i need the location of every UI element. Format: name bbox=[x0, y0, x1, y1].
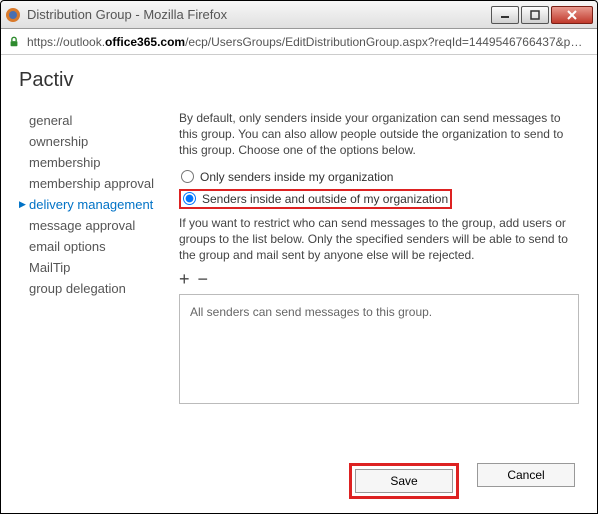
window-title: Distribution Group - Mozilla Firefox bbox=[27, 7, 491, 22]
sidebar-item-general[interactable]: ▶general bbox=[19, 110, 179, 131]
sidebar-item-label: group delegation bbox=[29, 281, 126, 296]
close-button[interactable] bbox=[551, 6, 593, 24]
window: Distribution Group - Mozilla Firefox htt… bbox=[0, 0, 598, 514]
sidebar-item-label: membership bbox=[29, 155, 101, 170]
radio-only-inside-input[interactable] bbox=[181, 170, 194, 183]
page-title: Pactiv bbox=[19, 69, 579, 92]
sidebar-item-label: delivery management bbox=[29, 197, 153, 212]
radio-label: Only senders inside my organization bbox=[200, 170, 393, 184]
senders-listbox[interactable]: All senders can send messages to this gr… bbox=[179, 294, 579, 404]
sidebar-item-membership-approval[interactable]: ▶membership approval bbox=[19, 173, 179, 194]
radio-only-inside[interactable]: Only senders inside my organization bbox=[179, 169, 579, 185]
radio-label: Senders inside and outside of my organiz… bbox=[202, 192, 448, 206]
body: ▶general ▶ownership ▶membership ▶members… bbox=[19, 110, 579, 453]
sidebar-item-email-options[interactable]: ▶email options bbox=[19, 236, 179, 257]
sidebar: ▶general ▶ownership ▶membership ▶members… bbox=[19, 110, 179, 453]
content: Pactiv ▶general ▶ownership ▶membership ▶… bbox=[1, 55, 597, 513]
sidebar-item-group-delegation[interactable]: ▶group delegation bbox=[19, 278, 179, 299]
maximize-button[interactable] bbox=[521, 6, 549, 24]
radio-inside-outside-input[interactable] bbox=[183, 192, 196, 205]
sidebar-item-label: message approval bbox=[29, 218, 135, 233]
listbox-placeholder: All senders can send messages to this gr… bbox=[190, 305, 432, 319]
main-panel: By default, only senders inside your org… bbox=[179, 110, 579, 453]
titlebar: Distribution Group - Mozilla Firefox bbox=[1, 1, 597, 29]
remove-icon[interactable]: − bbox=[198, 269, 211, 289]
restrict-text: If you want to restrict who can send mes… bbox=[179, 215, 579, 264]
address-bar[interactable]: https://outlook.office365.com/ecp/UsersG… bbox=[1, 29, 597, 55]
add-icon[interactable]: + bbox=[179, 269, 192, 289]
sidebar-item-ownership[interactable]: ▶ownership bbox=[19, 131, 179, 152]
intro-text: By default, only senders inside your org… bbox=[179, 110, 579, 159]
lock-icon bbox=[7, 35, 21, 49]
radio-inside-outside[interactable]: Senders inside and outside of my organiz… bbox=[179, 189, 452, 209]
add-remove-controls: +− bbox=[179, 269, 579, 290]
window-controls bbox=[491, 6, 593, 24]
sidebar-item-delivery-management[interactable]: ▶delivery management bbox=[19, 194, 179, 215]
sidebar-item-membership[interactable]: ▶membership bbox=[19, 152, 179, 173]
url-text: https://outlook.office365.com/ecp/UsersG… bbox=[27, 35, 591, 49]
sidebar-item-label: email options bbox=[29, 239, 106, 254]
sidebar-item-mailtip[interactable]: ▶MailTip bbox=[19, 257, 179, 278]
save-button[interactable]: Save bbox=[355, 469, 453, 493]
footer: Save Cancel bbox=[19, 453, 579, 503]
sidebar-item-label: MailTip bbox=[29, 260, 70, 275]
cancel-button[interactable]: Cancel bbox=[477, 463, 575, 487]
minimize-button[interactable] bbox=[491, 6, 519, 24]
sidebar-item-label: general bbox=[29, 113, 72, 128]
sidebar-item-message-approval[interactable]: ▶message approval bbox=[19, 215, 179, 236]
save-highlight: Save bbox=[349, 463, 459, 499]
firefox-icon bbox=[5, 7, 21, 23]
sidebar-item-label: ownership bbox=[29, 134, 88, 149]
sidebar-item-label: membership approval bbox=[29, 176, 154, 191]
